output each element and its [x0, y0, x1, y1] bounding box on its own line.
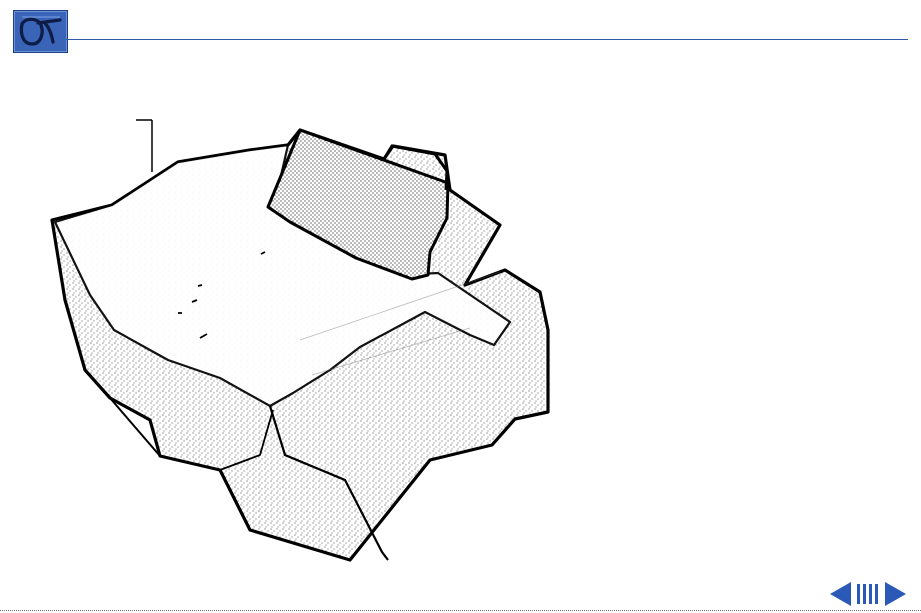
page-index-button[interactable]	[855, 580, 881, 608]
page-header	[0, 0, 921, 60]
page-index-icon	[857, 584, 878, 604]
arrow-left-icon	[830, 582, 851, 606]
next-page-button[interactable]	[882, 580, 908, 608]
page-navigation	[828, 580, 908, 608]
previous-page-button[interactable]	[828, 580, 854, 608]
printer-assembly-illustration	[50, 119, 550, 562]
header-rule	[66, 39, 908, 40]
bottom-rule	[0, 610, 921, 612]
arrow-right-icon	[885, 582, 906, 606]
manual-logo-icon	[13, 10, 68, 53]
